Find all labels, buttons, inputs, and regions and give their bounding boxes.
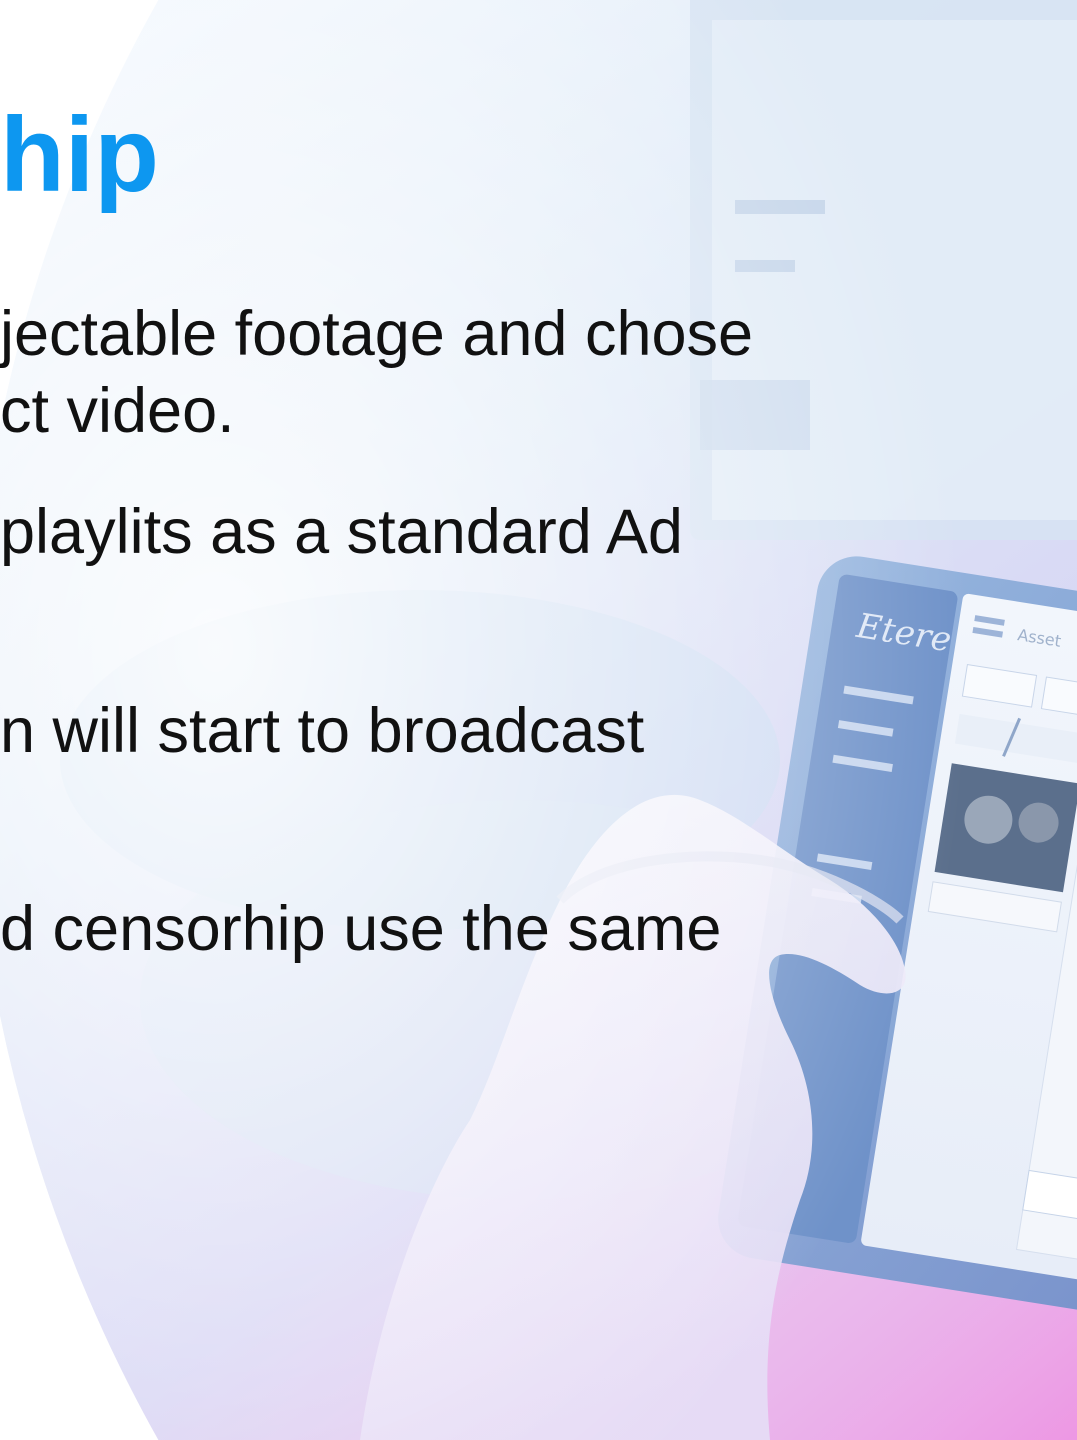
bullet-item-4: d censorhip use the same: [0, 891, 721, 968]
bullet-4-line-1: d censorhip use the same: [0, 894, 722, 964]
bullet-2-line-1: playlits as a standard Ad: [0, 497, 683, 567]
bullet-item-2: playlits as a standard Ad: [0, 494, 683, 571]
bullet-3-line-1: n will start to broadcast: [0, 696, 645, 766]
bullet-1-line-1: jectable footage and chose: [0, 299, 754, 369]
bullet-item-1: jectable footage and chose ct video.: [0, 296, 753, 450]
slide-title: hip: [0, 96, 159, 214]
bullet-1-line-2: ct video.: [0, 375, 235, 446]
bullet-item-3: n will start to broadcast: [0, 693, 644, 770]
